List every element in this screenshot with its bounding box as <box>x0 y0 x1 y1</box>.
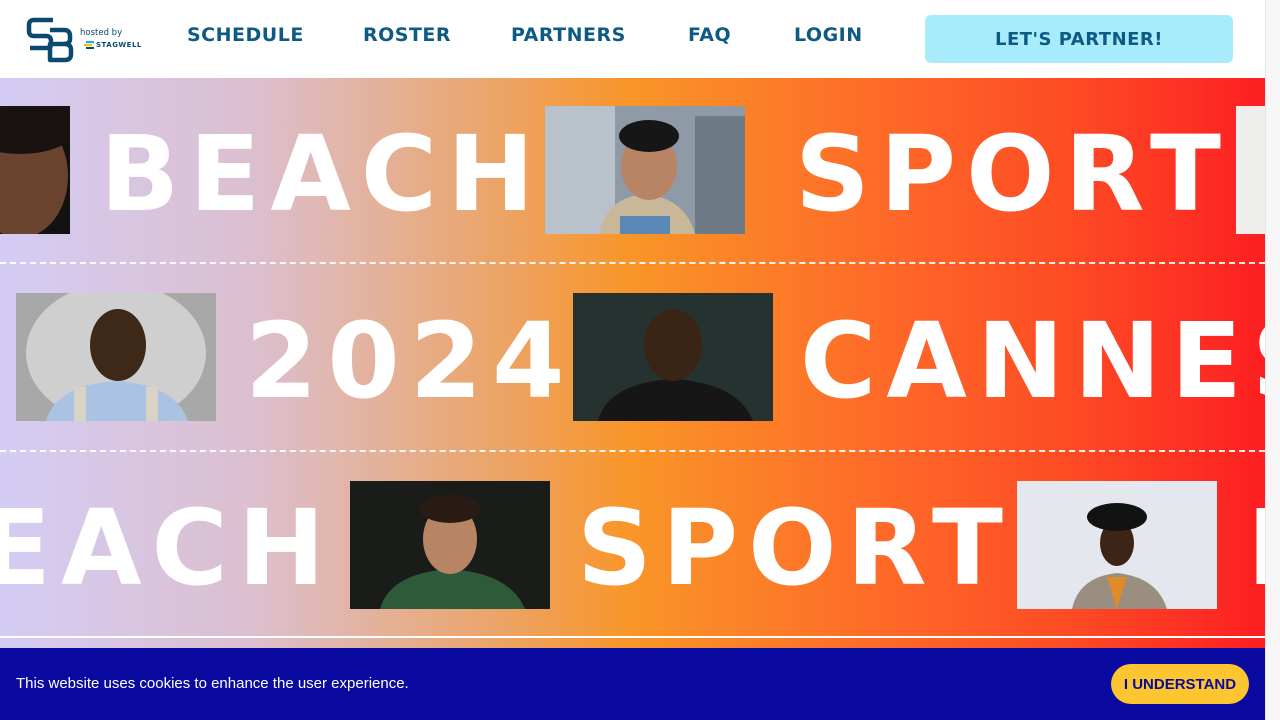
hero-word-sport: SPORT <box>577 487 1013 609</box>
i-understand-button[interactable]: I UNDERSTAND <box>1111 664 1249 704</box>
nav-partners[interactable]: PARTNERS <box>511 24 626 46</box>
page-scrollbar[interactable] <box>1265 0 1280 720</box>
nav-schedule[interactable]: SCHEDULE <box>187 24 304 46</box>
hosted-by-label: hosted by <box>80 28 123 38</box>
athlete-photo <box>1236 106 1265 234</box>
row-divider <box>0 636 1265 638</box>
sb-logo-icon <box>26 17 74 63</box>
hero-word-cannes: CANNES <box>800 300 1265 422</box>
athlete-photo <box>16 293 216 421</box>
hero-word-partial: B <box>1247 496 1265 600</box>
row-divider <box>0 450 1265 452</box>
athlete-photo <box>545 106 745 234</box>
hero-word-beach-partial: EACH <box>0 487 335 609</box>
nav-login[interactable]: LOGIN <box>794 24 863 46</box>
cookie-banner: This website uses cookies to enhance the… <box>0 648 1265 720</box>
hero-word-beach: BEACH <box>100 113 545 235</box>
athlete-photo <box>573 293 773 421</box>
athlete-photo <box>0 106 70 234</box>
row-divider <box>0 262 1265 264</box>
hero-word-2024: 2024 <box>245 300 575 422</box>
athlete-photo <box>1017 481 1217 609</box>
nav-faq[interactable]: FAQ <box>688 24 731 46</box>
cookie-message: This website uses cookies to enhance the… <box>16 675 409 692</box>
athlete-photo <box>350 481 550 609</box>
site-header: hosted by STAGWELL SCHEDULE ROSTER PARTN… <box>0 0 1265 78</box>
hero-banner: BEACH SPORT 2024 CANNE EACH SPORT <box>0 78 1265 648</box>
hero-word-sport: SPORT <box>795 113 1231 235</box>
lets-partner-button[interactable]: LET'S PARTNER! <box>925 15 1233 63</box>
stagwell-wordmark: STAGWELL <box>96 41 142 49</box>
nav-roster[interactable]: ROSTER <box>363 24 451 46</box>
site-logo[interactable]: hosted by STAGWELL <box>26 14 150 64</box>
stagwell-logo-icon <box>84 41 94 49</box>
